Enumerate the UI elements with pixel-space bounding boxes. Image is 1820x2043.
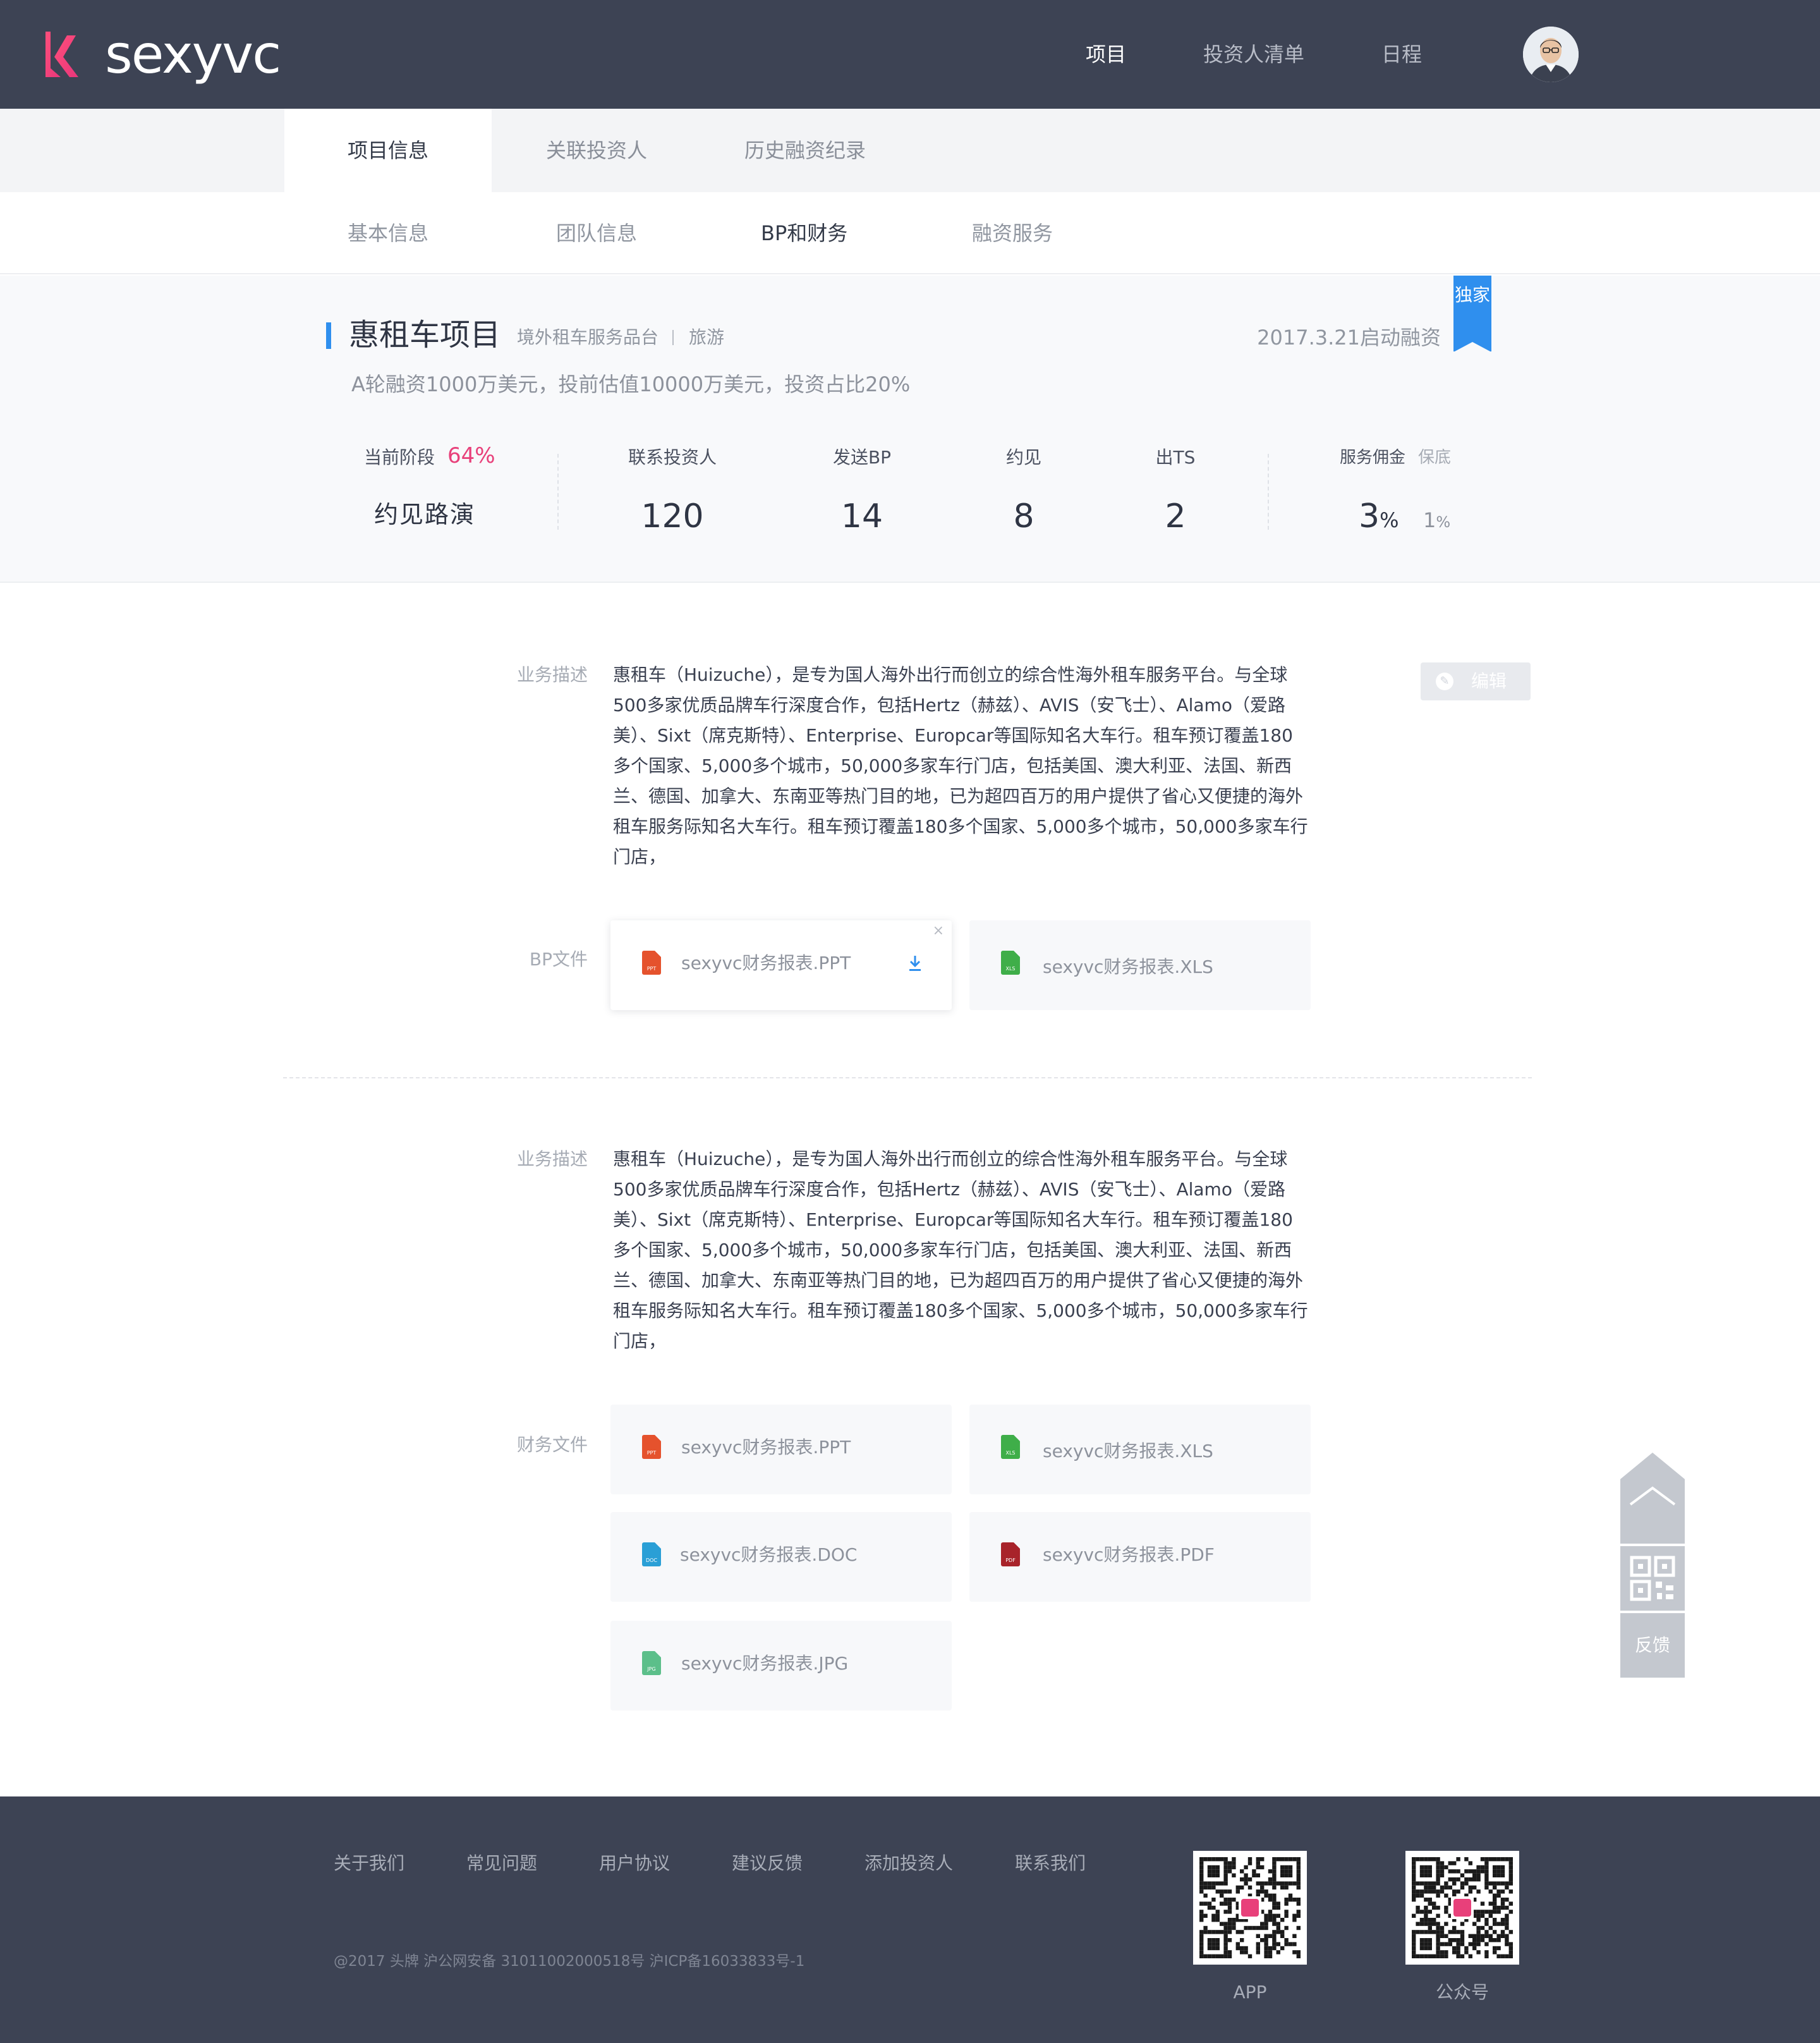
stats-divider [557,454,559,530]
finance-files-label: 财务文件 [516,1434,588,1455]
file-name: sexyvc财务报表.PDF [1043,1544,1215,1565]
app-qrcode-caption: APP [1233,1982,1267,2003]
stage-value: 约见路演 [374,501,476,528]
edit-icon: ✎ [1436,673,1453,690]
tab-bp-finance[interactable]: BP和财务 [761,192,847,274]
wechat-qrcode-caption: 公众号 [1435,1982,1489,2003]
nav-investor-list[interactable]: 投资人清单 [1203,38,1304,71]
qrcode-icon [1630,1556,1675,1601]
title-accent-bar [326,322,331,349]
business-description: 惠租车（Huizuche），是专为国人海外出行而创立的综合性海外租车服务平台。与… [613,1149,1308,1351]
file-name: sexyvc财务报表.DOC [680,1544,858,1565]
footer-link-faq[interactable]: 常见问题 [466,1851,537,1876]
footer-link-feedback[interactable]: 建议反馈 [732,1851,803,1876]
ppt-file-icon: PPT [642,951,661,975]
download-icon[interactable] [907,952,923,973]
file-card[interactable]: PPT sexyvc财务报表.PPT [610,1405,952,1494]
project-tag-category: 境外租车服务品台 [517,327,659,348]
stat-value-meetings: 8 [1013,497,1034,535]
footer-link-add-investor[interactable]: 添加投资人 [864,1851,953,1876]
chevron-up-icon [1629,1486,1676,1506]
file-card[interactable]: × PPT sexyvc财务报表.PPT [610,920,952,1010]
qrcode-icon [1199,1857,1301,1958]
secondary-tabs: 基本信息 团队信息 BP和财务 融资服务 [0,192,1820,274]
close-icon[interactable]: × [933,923,944,939]
footer: 关于我们 常见问题 用户协议 建议反馈 添加投资人 联系我们 @2017 头牌 … [0,1796,1820,2043]
pdf-file-icon: PDF [1001,1542,1020,1566]
bp-files-label: BP文件 [529,949,588,970]
fee-value: 3% [1359,497,1399,535]
fee-label: 服务佣金 [1340,448,1406,467]
qrcode-button[interactable] [1620,1546,1685,1611]
tab-team-info[interactable]: 团队信息 [556,192,637,274]
file-name: sexyvc财务报表.XLS [1043,956,1213,977]
xls-file-icon: XLS [1001,1435,1020,1459]
nav-projects[interactable]: 项目 [1086,38,1126,71]
exclusive-badge-label: 独家 [1454,284,1490,305]
jpg-file-icon: JPG [642,1651,661,1675]
footer-link-terms[interactable]: 用户协议 [599,1851,670,1876]
stat-label-bp-sent: 发送BP [832,447,892,468]
tag-separator [672,330,674,345]
stat-value-ts: 2 [1165,497,1186,535]
project-tag-industry: 旅游 [689,327,725,348]
stat-value-bp-sent: 14 [840,497,883,535]
file-card[interactable]: XLS sexyvc财务报表.XLS [969,920,1311,1010]
app-qrcode [1193,1851,1307,1965]
logo-text: sexyvc [105,23,281,85]
exclusive-badge: 独家 [1453,276,1491,352]
file-card[interactable]: XLS sexyvc财务报表.XLS [969,1405,1311,1494]
stat-value-contacted: 120 [641,497,704,535]
fee-guarantee-label: 保底 [1418,448,1452,467]
wechat-qrcode [1405,1851,1519,1965]
stat-label-contacted: 联系投资人 [628,447,717,468]
financing-terms: A轮融资1000万美元，投前估值10000万美元，投资占比20% [351,372,911,396]
edit-button[interactable]: ✎ 编辑 [1421,662,1531,700]
tab-related-investors[interactable]: 关联投资人 [506,109,688,192]
top-navbar: sexyvc 项目 投资人清单 日程 [0,0,1820,109]
logo-mark-icon [46,32,78,77]
file-name: sexyvc财务报表.PPT [681,953,851,973]
project-name: 惠租车项目 [349,317,501,353]
avatar-icon [1523,27,1579,82]
footer-link-about[interactable]: 关于我们 [334,1851,404,1876]
stage-label: 当前阶段 [364,447,435,468]
footer-link-contact[interactable]: 联系我们 [1015,1851,1086,1876]
copyright: @2017 头牌 沪公网安备 31011002000518号 沪ICP备1603… [334,1953,805,1970]
file-name: sexyvc财务报表.XLS [1043,1441,1213,1461]
business-description: 惠租车（Huizuche），是专为国人海外出行而创立的综合性海外租车服务平台。与… [613,664,1308,867]
feedback-button[interactable]: 反馈 [1620,1613,1685,1678]
edit-button-label: 编辑 [1471,671,1507,692]
stage-percent: 64% [447,443,495,468]
xls-file-icon: XLS [1001,951,1020,975]
business-desc-label: 业务描述 [516,664,588,685]
nav-schedule[interactable]: 日程 [1381,38,1422,71]
tab-financing-history[interactable]: 历史融资纪录 [714,109,896,192]
tab-basic-info[interactable]: 基本信息 [348,192,428,274]
doc-file-icon: DOC [642,1542,661,1566]
primary-tabs: 项目信息 关联投资人 历史融资纪录 [0,109,1820,192]
stat-label-ts: 出TS [1155,447,1196,468]
business-desc-label: 业务描述 [516,1149,588,1169]
file-card[interactable]: PDF sexyvc财务报表.PDF [969,1512,1311,1602]
file-name: sexyvc财务报表.PPT [681,1437,851,1458]
ppt-file-icon: PPT [642,1435,661,1459]
section-divider [283,1077,1532,1078]
stat-label-meetings: 约见 [1005,447,1041,468]
qrcode-icon [1412,1857,1513,1958]
fee-guarantee-value: 1% [1423,508,1451,532]
file-card[interactable]: DOC sexyvc财务报表.DOC [610,1512,952,1602]
stats-divider [1268,454,1269,530]
file-name: sexyvc财务报表.JPG [681,1653,849,1674]
file-card[interactable]: JPG sexyvc财务报表.JPG [610,1621,952,1711]
tab-financing-service[interactable]: 融资服务 [972,192,1053,274]
tab-project-info[interactable]: 项目信息 [284,109,492,192]
back-to-top-button[interactable] [1620,1453,1685,1544]
user-avatar[interactable] [1523,27,1579,82]
project-summary: 惠租车项目 境外租车服务品台 旅游 2017.3.21启动融资 独家 A轮融资1… [0,276,1820,583]
financing-start-date: 2017.3.21启动融资 [1257,326,1441,350]
